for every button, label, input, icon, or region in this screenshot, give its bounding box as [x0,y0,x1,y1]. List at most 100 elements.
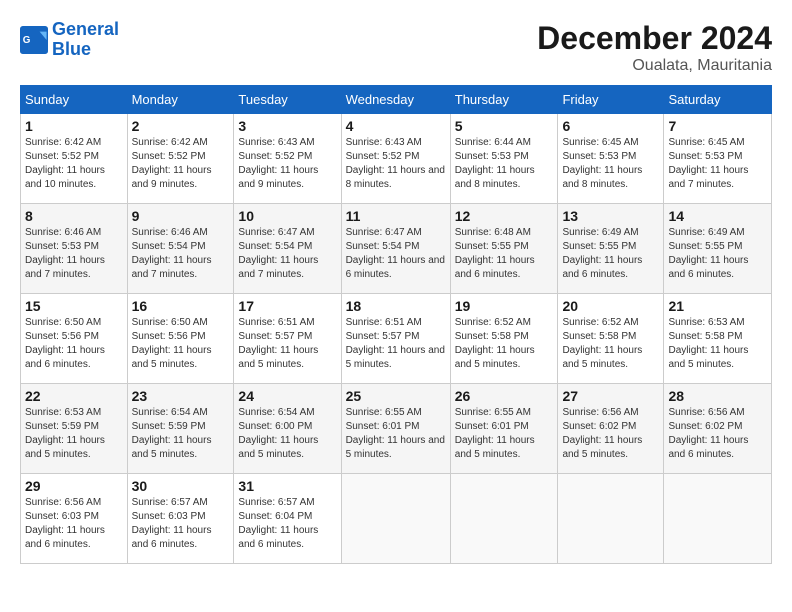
column-header-monday: Monday [127,86,234,114]
calendar-cell: 20 Sunrise: 6:52 AM Sunset: 5:58 PM Dayl… [558,294,664,384]
calendar-week-row: 1 Sunrise: 6:42 AM Sunset: 5:52 PM Dayli… [21,114,772,204]
day-number: 31 [238,478,336,494]
day-info: Sunrise: 6:57 AM Sunset: 6:04 PM Dayligh… [238,496,336,552]
calendar-cell: 7 Sunrise: 6:45 AM Sunset: 5:53 PM Dayli… [664,114,772,204]
calendar-cell: 30 Sunrise: 6:57 AM Sunset: 6:03 PM Dayl… [127,474,234,564]
day-number: 28 [668,388,767,404]
day-info: Sunrise: 6:42 AM Sunset: 5:52 PM Dayligh… [25,136,123,192]
column-header-thursday: Thursday [450,86,558,114]
calendar-week-row: 15 Sunrise: 6:50 AM Sunset: 5:56 PM Dayl… [21,294,772,384]
logo: G General Blue [20,20,119,60]
calendar-cell: 18 Sunrise: 6:51 AM Sunset: 5:57 PM Dayl… [341,294,450,384]
day-number: 6 [562,118,659,134]
day-number: 20 [562,298,659,314]
day-number: 2 [132,118,230,134]
day-number: 16 [132,298,230,314]
calendar-cell: 4 Sunrise: 6:43 AM Sunset: 5:52 PM Dayli… [341,114,450,204]
calendar-table: SundayMondayTuesdayWednesdayThursdayFrid… [20,85,772,564]
day-number: 23 [132,388,230,404]
day-info: Sunrise: 6:46 AM Sunset: 5:53 PM Dayligh… [25,226,123,282]
calendar-cell: 21 Sunrise: 6:53 AM Sunset: 5:58 PM Dayl… [664,294,772,384]
calendar-cell: 28 Sunrise: 6:56 AM Sunset: 6:02 PM Dayl… [664,384,772,474]
day-number: 29 [25,478,123,494]
calendar-cell: 26 Sunrise: 6:55 AM Sunset: 6:01 PM Dayl… [450,384,558,474]
day-info: Sunrise: 6:54 AM Sunset: 5:59 PM Dayligh… [132,406,230,462]
day-number: 8 [25,208,123,224]
day-number: 3 [238,118,336,134]
calendar-cell: 24 Sunrise: 6:54 AM Sunset: 6:00 PM Dayl… [234,384,341,474]
day-info: Sunrise: 6:54 AM Sunset: 6:00 PM Dayligh… [238,406,336,462]
calendar-cell: 14 Sunrise: 6:49 AM Sunset: 5:55 PM Dayl… [664,204,772,294]
day-number: 5 [455,118,554,134]
calendar-cell [450,474,558,564]
calendar-cell: 15 Sunrise: 6:50 AM Sunset: 5:56 PM Dayl… [21,294,128,384]
month-title: December 2024 [537,20,772,57]
calendar-cell: 27 Sunrise: 6:56 AM Sunset: 6:02 PM Dayl… [558,384,664,474]
calendar-cell: 12 Sunrise: 6:48 AM Sunset: 5:55 PM Dayl… [450,204,558,294]
day-info: Sunrise: 6:46 AM Sunset: 5:54 PM Dayligh… [132,226,230,282]
day-info: Sunrise: 6:42 AM Sunset: 5:52 PM Dayligh… [132,136,230,192]
calendar-cell: 13 Sunrise: 6:49 AM Sunset: 5:55 PM Dayl… [558,204,664,294]
day-number: 15 [25,298,123,314]
day-info: Sunrise: 6:44 AM Sunset: 5:53 PM Dayligh… [455,136,554,192]
day-info: Sunrise: 6:53 AM Sunset: 5:59 PM Dayligh… [25,406,123,462]
day-info: Sunrise: 6:49 AM Sunset: 5:55 PM Dayligh… [668,226,767,282]
day-info: Sunrise: 6:45 AM Sunset: 5:53 PM Dayligh… [562,136,659,192]
day-number: 11 [346,208,446,224]
day-number: 1 [25,118,123,134]
day-info: Sunrise: 6:51 AM Sunset: 5:57 PM Dayligh… [238,316,336,372]
day-number: 30 [132,478,230,494]
day-info: Sunrise: 6:55 AM Sunset: 6:01 PM Dayligh… [346,406,446,462]
day-info: Sunrise: 6:43 AM Sunset: 5:52 PM Dayligh… [238,136,336,192]
day-number: 19 [455,298,554,314]
day-number: 13 [562,208,659,224]
day-info: Sunrise: 6:45 AM Sunset: 5:53 PM Dayligh… [668,136,767,192]
day-number: 27 [562,388,659,404]
day-number: 7 [668,118,767,134]
day-number: 17 [238,298,336,314]
day-number: 26 [455,388,554,404]
calendar-cell: 22 Sunrise: 6:53 AM Sunset: 5:59 PM Dayl… [21,384,128,474]
calendar-week-row: 29 Sunrise: 6:56 AM Sunset: 6:03 PM Dayl… [21,474,772,564]
day-info: Sunrise: 6:56 AM Sunset: 6:03 PM Dayligh… [25,496,123,552]
day-info: Sunrise: 6:52 AM Sunset: 5:58 PM Dayligh… [562,316,659,372]
logo-icon: G [20,26,48,54]
day-number: 4 [346,118,446,134]
day-number: 22 [25,388,123,404]
day-number: 12 [455,208,554,224]
calendar-cell: 5 Sunrise: 6:44 AM Sunset: 5:53 PM Dayli… [450,114,558,204]
calendar-cell: 31 Sunrise: 6:57 AM Sunset: 6:04 PM Dayl… [234,474,341,564]
column-header-tuesday: Tuesday [234,86,341,114]
day-info: Sunrise: 6:49 AM Sunset: 5:55 PM Dayligh… [562,226,659,282]
calendar-cell: 25 Sunrise: 6:55 AM Sunset: 6:01 PM Dayl… [341,384,450,474]
title-section: December 2024 Oualata, Mauritania [537,20,772,75]
page-header: G General Blue December 2024 Oualata, Ma… [20,20,772,75]
calendar-week-row: 22 Sunrise: 6:53 AM Sunset: 5:59 PM Dayl… [21,384,772,474]
day-info: Sunrise: 6:48 AM Sunset: 5:55 PM Dayligh… [455,226,554,282]
calendar-cell: 10 Sunrise: 6:47 AM Sunset: 5:54 PM Dayl… [234,204,341,294]
day-number: 24 [238,388,336,404]
column-header-friday: Friday [558,86,664,114]
day-info: Sunrise: 6:57 AM Sunset: 6:03 PM Dayligh… [132,496,230,552]
day-number: 10 [238,208,336,224]
calendar-cell: 23 Sunrise: 6:54 AM Sunset: 5:59 PM Dayl… [127,384,234,474]
column-header-saturday: Saturday [664,86,772,114]
calendar-header-row: SundayMondayTuesdayWednesdayThursdayFrid… [21,86,772,114]
day-number: 25 [346,388,446,404]
day-info: Sunrise: 6:47 AM Sunset: 5:54 PM Dayligh… [346,226,446,282]
svg-text:G: G [23,35,31,46]
day-info: Sunrise: 6:50 AM Sunset: 5:56 PM Dayligh… [132,316,230,372]
calendar-cell: 11 Sunrise: 6:47 AM Sunset: 5:54 PM Dayl… [341,204,450,294]
calendar-cell [558,474,664,564]
calendar-cell: 16 Sunrise: 6:50 AM Sunset: 5:56 PM Dayl… [127,294,234,384]
calendar-cell: 19 Sunrise: 6:52 AM Sunset: 5:58 PM Dayl… [450,294,558,384]
day-info: Sunrise: 6:43 AM Sunset: 5:52 PM Dayligh… [346,136,446,192]
calendar-cell: 17 Sunrise: 6:51 AM Sunset: 5:57 PM Dayl… [234,294,341,384]
calendar-cell: 1 Sunrise: 6:42 AM Sunset: 5:52 PM Dayli… [21,114,128,204]
logo-text: General Blue [52,20,119,60]
day-number: 14 [668,208,767,224]
day-info: Sunrise: 6:51 AM Sunset: 5:57 PM Dayligh… [346,316,446,372]
calendar-cell [341,474,450,564]
day-number: 18 [346,298,446,314]
day-info: Sunrise: 6:52 AM Sunset: 5:58 PM Dayligh… [455,316,554,372]
